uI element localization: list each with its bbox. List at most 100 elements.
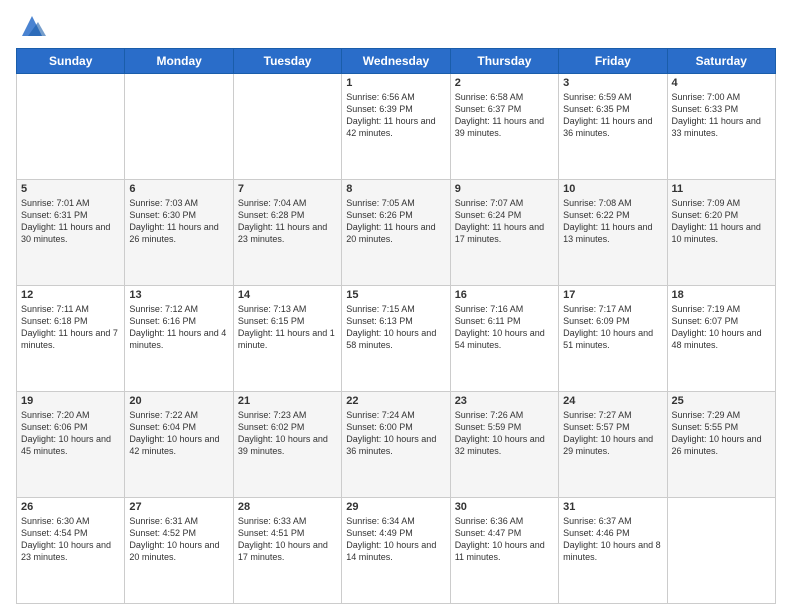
- day-number: 31: [563, 501, 662, 513]
- day-number: 13: [129, 289, 228, 301]
- page: SundayMondayTuesdayWednesdayThursdayFrid…: [0, 0, 792, 612]
- calendar-cell: 30Sunrise: 6:36 AM Sunset: 4:47 PM Dayli…: [450, 498, 558, 604]
- day-number: 14: [238, 289, 337, 301]
- day-number: 12: [21, 289, 120, 301]
- calendar-week-5: 26 Sunrise: 6:30 AM Sunset: 4:54 PM Dayli…: [17, 498, 776, 604]
- cell-content: Sunrise: 6:59 AM Sunset: 6:35 PM Dayligh…: [563, 91, 662, 140]
- cell-content: Sunrise: 6:33 AM Sunset: 4:51 PM Dayligh…: [238, 515, 337, 564]
- calendar-cell: 27Sunrise: 6:31 AM Sunset: 4:52 PM Dayli…: [125, 498, 233, 604]
- cell-content: Sunrise: 6:30 AM Sunset: 4:54 PM Dayligh…: [21, 515, 120, 564]
- cell-content: Sunrise: 7:27 AM Sunset: 5:57 PM Dayligh…: [563, 409, 662, 458]
- cell-content: Sunrise: 7:23 AM Sunset: 6:02 PM Dayligh…: [238, 409, 337, 458]
- cell-content: Sunrise: 7:07 AM Sunset: 6:24 PM Dayligh…: [455, 197, 554, 246]
- day-number: 11: [672, 183, 771, 195]
- calendar-cell: 5 Sunrise: 7:01 AM Sunset: 6:31 PM Daylig…: [17, 180, 125, 286]
- calendar-cell: 13 Sunrise: 7:12 AM Sunset: 6:16 PM Dayli…: [125, 286, 233, 392]
- calendar-table: SundayMondayTuesdayWednesdayThursdayFrid…: [16, 48, 776, 604]
- day-number: 17: [563, 289, 662, 301]
- calendar-cell: [125, 74, 233, 180]
- calendar-cell: 12 Sunrise: 7:11 AM Sunset: 6:18 PM Dayli…: [17, 286, 125, 392]
- day-header-tuesday: Tuesday: [233, 49, 341, 74]
- calendar-cell: 22Sunrise: 7:24 AM Sunset: 6:00 PM Dayli…: [342, 392, 450, 498]
- day-header-wednesday: Wednesday: [342, 49, 450, 74]
- calendar-cell: 31 Sunrise: 6:37 AM Sunset: 4:46 PM Dayli…: [559, 498, 667, 604]
- day-number: 10: [563, 183, 662, 195]
- calendar-cell: [233, 74, 341, 180]
- cell-content: Sunrise: 7:04 AM Sunset: 6:28 PM Dayligh…: [238, 197, 337, 246]
- calendar-cell: 21 Sunrise: 7:23 AM Sunset: 6:02 PM Dayli…: [233, 392, 341, 498]
- cell-content: Sunrise: 7:01 AM Sunset: 6:31 PM Dayligh…: [21, 197, 120, 246]
- day-header-sunday: Sunday: [17, 49, 125, 74]
- calendar-cell: 24Sunrise: 7:27 AM Sunset: 5:57 PM Dayli…: [559, 392, 667, 498]
- calendar-cell: [667, 498, 775, 604]
- day-number: 20: [129, 395, 228, 407]
- cell-content: Sunrise: 7:16 AM Sunset: 6:11 PM Dayligh…: [455, 303, 554, 352]
- day-number: 3: [563, 77, 662, 89]
- day-header-saturday: Saturday: [667, 49, 775, 74]
- day-number: 28: [238, 501, 337, 513]
- day-header-monday: Monday: [125, 49, 233, 74]
- calendar-cell: 8 Sunrise: 7:05 AM Sunset: 6:26 PM Daylig…: [342, 180, 450, 286]
- cell-content: Sunrise: 6:58 AM Sunset: 6:37 PM Dayligh…: [455, 91, 554, 140]
- day-number: 8: [346, 183, 445, 195]
- calendar-cell: 2 Sunrise: 6:58 AM Sunset: 6:37 PM Daylig…: [450, 74, 558, 180]
- day-header-thursday: Thursday: [450, 49, 558, 74]
- logo: [16, 12, 46, 40]
- calendar-week-2: 5 Sunrise: 7:01 AM Sunset: 6:31 PM Daylig…: [17, 180, 776, 286]
- day-number: 7: [238, 183, 337, 195]
- day-number: 27: [129, 501, 228, 513]
- cell-content: Sunrise: 7:00 AM Sunset: 6:33 PM Dayligh…: [672, 91, 771, 140]
- day-number: 26: [21, 501, 120, 513]
- cell-content: Sunrise: 7:09 AM Sunset: 6:20 PM Dayligh…: [672, 197, 771, 246]
- day-header-friday: Friday: [559, 49, 667, 74]
- calendar-cell: 17 Sunrise: 7:17 AM Sunset: 6:09 PM Dayli…: [559, 286, 667, 392]
- calendar-cell: 3 Sunrise: 6:59 AM Sunset: 6:35 PM Daylig…: [559, 74, 667, 180]
- day-number: 6: [129, 183, 228, 195]
- calendar-cell: 19Sunrise: 7:20 AM Sunset: 6:06 PM Dayli…: [17, 392, 125, 498]
- logo-icon: [18, 12, 46, 40]
- day-number: 2: [455, 77, 554, 89]
- day-number: 16: [455, 289, 554, 301]
- calendar-week-1: 1 Sunrise: 6:56 AM Sunset: 6:39 PM Daylig…: [17, 74, 776, 180]
- calendar-cell: 7 Sunrise: 7:04 AM Sunset: 6:28 PM Daylig…: [233, 180, 341, 286]
- cell-content: Sunrise: 7:17 AM Sunset: 6:09 PM Dayligh…: [563, 303, 662, 352]
- day-number: 21: [238, 395, 337, 407]
- cell-content: Sunrise: 7:13 AM Sunset: 6:15 PM Dayligh…: [238, 303, 337, 352]
- calendar-cell: 6 Sunrise: 7:03 AM Sunset: 6:30 PM Daylig…: [125, 180, 233, 286]
- cell-content: Sunrise: 7:11 AM Sunset: 6:18 PM Dayligh…: [21, 303, 120, 352]
- cell-content: Sunrise: 7:12 AM Sunset: 6:16 PM Dayligh…: [129, 303, 228, 352]
- day-number: 4: [672, 77, 771, 89]
- cell-content: Sunrise: 7:19 AM Sunset: 6:07 PM Dayligh…: [672, 303, 771, 352]
- calendar-cell: 9 Sunrise: 7:07 AM Sunset: 6:24 PM Daylig…: [450, 180, 558, 286]
- cell-content: Sunrise: 7:08 AM Sunset: 6:22 PM Dayligh…: [563, 197, 662, 246]
- calendar-cell: 25 Sunrise: 7:29 AM Sunset: 5:55 PM Dayli…: [667, 392, 775, 498]
- cell-content: Sunrise: 6:56 AM Sunset: 6:39 PM Dayligh…: [346, 91, 445, 140]
- day-number: 18: [672, 289, 771, 301]
- calendar-cell: 28 Sunrise: 6:33 AM Sunset: 4:51 PM Dayli…: [233, 498, 341, 604]
- calendar-week-4: 19Sunrise: 7:20 AM Sunset: 6:06 PM Dayli…: [17, 392, 776, 498]
- cell-content: Sunrise: 7:03 AM Sunset: 6:30 PM Dayligh…: [129, 197, 228, 246]
- header: [16, 12, 776, 40]
- day-number: 23: [455, 395, 554, 407]
- calendar-cell: 11 Sunrise: 7:09 AM Sunset: 6:20 PM Dayli…: [667, 180, 775, 286]
- calendar-header-row: SundayMondayTuesdayWednesdayThursdayFrid…: [17, 49, 776, 74]
- calendar-cell: 18 Sunrise: 7:19 AM Sunset: 6:07 PM Dayli…: [667, 286, 775, 392]
- cell-content: Sunrise: 7:05 AM Sunset: 6:26 PM Dayligh…: [346, 197, 445, 246]
- calendar-cell: [17, 74, 125, 180]
- calendar-cell: 15Sunrise: 7:15 AM Sunset: 6:13 PM Dayli…: [342, 286, 450, 392]
- day-number: 25: [672, 395, 771, 407]
- day-number: 30: [455, 501, 554, 513]
- cell-content: Sunrise: 7:22 AM Sunset: 6:04 PM Dayligh…: [129, 409, 228, 458]
- calendar-cell: 10 Sunrise: 7:08 AM Sunset: 6:22 PM Dayli…: [559, 180, 667, 286]
- cell-content: Sunrise: 7:24 AM Sunset: 6:00 PM Dayligh…: [346, 409, 445, 458]
- calendar-cell: 1 Sunrise: 6:56 AM Sunset: 6:39 PM Daylig…: [342, 74, 450, 180]
- day-number: 5: [21, 183, 120, 195]
- day-number: 1: [346, 77, 445, 89]
- day-number: 9: [455, 183, 554, 195]
- calendar-cell: 4 Sunrise: 7:00 AM Sunset: 6:33 PM Daylig…: [667, 74, 775, 180]
- cell-content: Sunrise: 6:37 AM Sunset: 4:46 PM Dayligh…: [563, 515, 662, 564]
- calendar-cell: 23Sunrise: 7:26 AM Sunset: 5:59 PM Dayli…: [450, 392, 558, 498]
- cell-content: Sunrise: 7:29 AM Sunset: 5:55 PM Dayligh…: [672, 409, 771, 458]
- cell-content: Sunrise: 6:34 AM Sunset: 4:49 PM Dayligh…: [346, 515, 445, 564]
- day-number: 15: [346, 289, 445, 301]
